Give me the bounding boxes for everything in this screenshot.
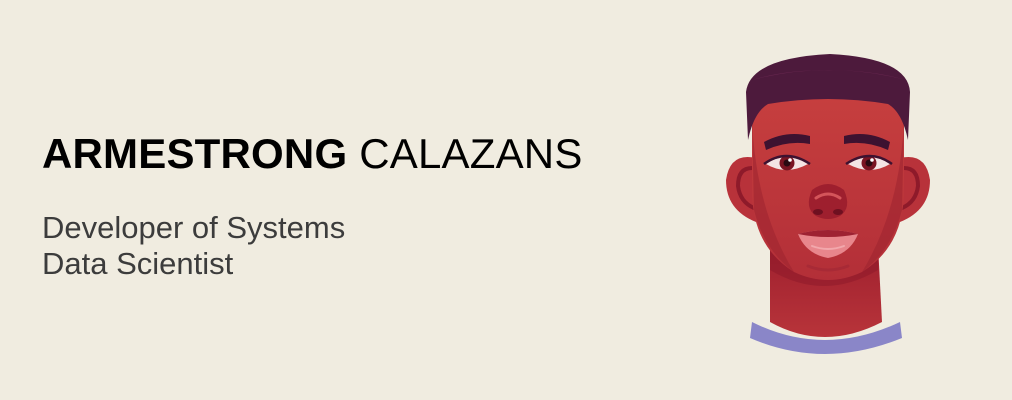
role-data-scientist: Data Scientist — [42, 246, 234, 281]
last-name: CALAZANS — [359, 130, 583, 177]
first-name: ARMESTRONG — [42, 130, 348, 177]
avatar-illustration — [726, 54, 930, 354]
role-list: Developer of Systems Data Scientist — [42, 210, 583, 282]
profile-name: ARMESTRONG CALAZANS — [42, 128, 583, 180]
profile-banner: ARMESTRONG CALAZANS Developer of Systems… — [0, 0, 1012, 400]
role-developer: Developer of Systems — [42, 210, 346, 245]
profile-text: ARMESTRONG CALAZANS Developer of Systems… — [42, 128, 583, 282]
